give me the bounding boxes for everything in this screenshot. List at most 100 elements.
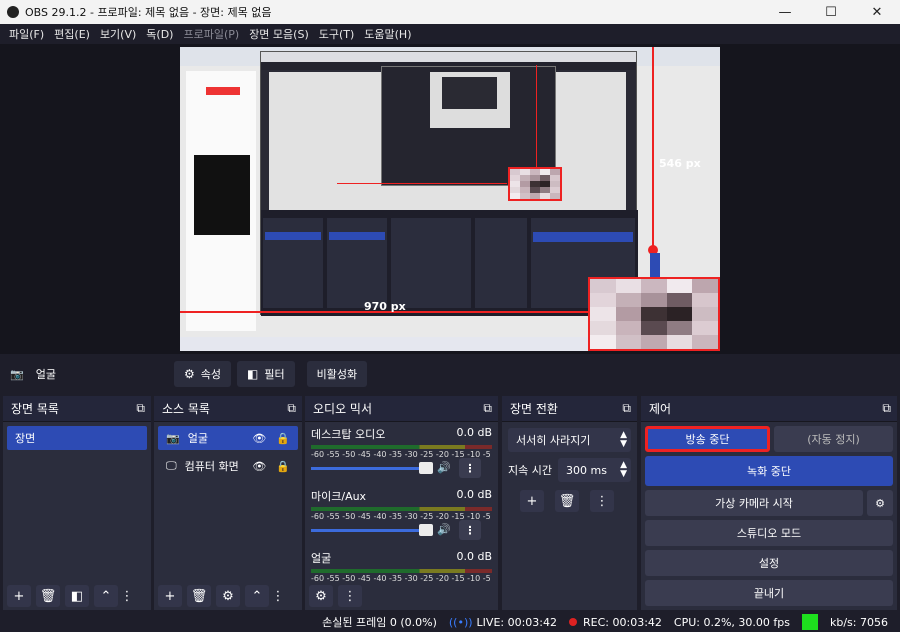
mosaic-cell <box>692 307 718 321</box>
source-toolbar: 📷 얼굴 ⚙ 속성 ◧ 필터 비활성화 <box>4 356 896 392</box>
volume-slider[interactable] <box>419 524 433 536</box>
duration-spinbox[interactable]: 300 ms ▲ ▼ <box>557 458 631 482</box>
mosaic-cell <box>641 307 667 321</box>
mosaic-cell <box>590 335 616 349</box>
mosaic-cell <box>666 321 693 335</box>
scene-item[interactable]: 장면 <box>7 426 147 450</box>
mosaic-cell <box>615 279 642 293</box>
broadcast-icon: ((•)) <box>448 615 473 629</box>
title-bar: OBS 29.1.2 - 프로파일: 제목 없음 - 장면: 제목 없음 — ☐… <box>0 0 900 24</box>
settings-button[interactable]: 설정 <box>645 550 893 576</box>
width-label: 970 px <box>364 300 406 313</box>
eye-icon[interactable]: 👁 <box>252 460 266 473</box>
preview-screen-capture: 546 px 970 px <box>180 47 720 351</box>
auto-stop-button[interactable]: (자동 정지) <box>774 426 893 452</box>
mosaic-cell <box>590 293 616 307</box>
sources-title: 소스 목록 <box>162 402 210 416</box>
menu-docks[interactable]: 독(D) <box>146 26 173 42</box>
menu-help[interactable]: 도움말(H) <box>364 26 411 42</box>
sources-dock: 소스 목록 ⧉ 📷 얼굴 👁 🔒 🖵 컴퓨터 화면 👁 🔒 + 🗑 ⚙ ⌃ ⋮ <box>154 396 302 610</box>
lock-icon[interactable]: 🔒 <box>276 460 290 473</box>
bitrate: kb/s: 7056 <box>830 615 888 629</box>
menu-scene-collection[interactable]: 장면 모음(S) <box>249 26 309 42</box>
maximize-button[interactable]: ☐ <box>808 0 854 24</box>
add-icon[interactable]: + <box>158 585 182 607</box>
volume-meter <box>311 569 492 573</box>
add-icon[interactable]: + <box>520 490 544 512</box>
more-icon[interactable]: ⋮ <box>272 585 285 607</box>
undock-icon[interactable]: ⧉ <box>287 401 296 416</box>
camera-icon: 📷 <box>166 431 180 445</box>
mosaic-cell <box>590 279 616 293</box>
camera-icon: 📷 <box>10 367 24 381</box>
deactivate-button[interactable]: 비활성화 <box>306 361 368 387</box>
add-icon[interactable]: + <box>7 585 31 607</box>
filters-button[interactable]: ◧ 필터 <box>237 361 295 387</box>
speaker-icon[interactable]: 🔊 <box>437 461 451 474</box>
gear-icon[interactable]: ⚙ <box>216 585 240 607</box>
filter-icon[interactable]: ◧ <box>65 585 89 607</box>
mosaic-cell <box>692 321 718 335</box>
undock-icon[interactable]: ⧉ <box>622 401 631 416</box>
source-item[interactable]: 📷 얼굴 👁 🔒 <box>158 426 298 450</box>
mosaic-cell <box>615 293 642 307</box>
mosaic-cell <box>666 335 693 349</box>
stop-recording-button[interactable]: 녹화 중단 <box>645 456 893 486</box>
eye-icon[interactable]: 👁 <box>252 432 266 445</box>
volume-meter <box>311 445 492 449</box>
more-icon[interactable]: ⋮ <box>459 520 481 540</box>
studio-mode-button[interactable]: 스튜디오 모드 <box>645 520 893 546</box>
spin-arrows-icon: ▲ ▼ <box>620 460 627 479</box>
gear-icon[interactable]: ⚙ <box>867 490 893 516</box>
menu-view[interactable]: 보기(V) <box>100 26 136 42</box>
minimize-button[interactable]: — <box>762 0 808 24</box>
more-icon[interactable]: ⋮ <box>121 585 134 607</box>
trash-icon[interactable]: 🗑 <box>36 585 60 607</box>
transitions-title: 장면 전환 <box>510 402 558 416</box>
rec-time: REC: 00:03:42 <box>583 615 662 629</box>
undock-icon[interactable]: ⧉ <box>483 401 492 416</box>
close-button[interactable]: ✕ <box>854 0 900 24</box>
more-icon[interactable]: ⋮ <box>338 585 362 607</box>
gear-icon: ⚙ <box>184 367 195 381</box>
exit-button[interactable]: 끝내기 <box>645 580 893 606</box>
mosaic-cell <box>641 321 667 335</box>
mosaic-cell <box>615 307 642 321</box>
chevron-up-icon[interactable]: ⌃ <box>94 585 118 607</box>
nested-guide-line <box>337 183 507 184</box>
transition-select[interactable]: 서서히 사라지기 ▲ ▼ <box>508 428 631 452</box>
start-virtual-camera-button[interactable]: 가상 카메라 시작 <box>645 490 863 516</box>
source-item[interactable]: 🖵 컴퓨터 화면 👁 🔒 <box>158 454 298 478</box>
menu-profile[interactable]: 프로파일(P) <box>183 26 239 42</box>
undock-icon[interactable]: ⧉ <box>136 401 145 416</box>
chevron-up-icon[interactable]: ⌃ <box>245 585 269 607</box>
preview-canvas[interactable]: 546 px 970 px <box>0 44 900 354</box>
menu-tools[interactable]: 도구(T) <box>319 26 355 42</box>
menu-file[interactable]: 파일(F) <box>9 26 44 42</box>
mosaic-cell <box>615 321 642 335</box>
volume-slider[interactable] <box>419 462 433 474</box>
mosaic-cell <box>590 321 616 335</box>
trash-icon[interactable]: 🗑 <box>555 490 579 512</box>
face-source-selected[interactable] <box>588 277 720 351</box>
gear-icon[interactable]: ⚙ <box>309 585 333 607</box>
more-icon[interactable]: ⋮ <box>459 458 481 478</box>
transitions-dock: 장면 전환 ⧉ 서서히 사라지기 ▲ ▼ 지속 시간 300 ms ▲ ▼ + 🗑 ⋮ <box>502 396 637 610</box>
menu-edit[interactable]: 편집(E) <box>54 26 90 42</box>
mosaic-cell <box>666 307 693 321</box>
mixer-channel: 마이크/Aux 0.0 dB -60 -55 -50 -45 -40 -35 -3… <box>305 484 498 546</box>
lock-icon[interactable]: 🔒 <box>276 432 290 445</box>
stop-stream-button[interactable]: 방송 중단 <box>645 426 770 452</box>
speaker-icon[interactable]: 🔊 <box>437 523 451 536</box>
trash-icon[interactable]: 🗑 <box>187 585 211 607</box>
undock-icon[interactable]: ⧉ <box>882 401 891 416</box>
nested-guide-line-vertical <box>536 65 537 167</box>
window-title: OBS 29.1.2 - 프로파일: 제목 없음 - 장면: 제목 없음 <box>25 6 272 19</box>
mosaic-cell <box>666 279 693 293</box>
controls-title: 제어 <box>649 402 672 416</box>
properties-button[interactable]: ⚙ 속성 <box>174 361 232 387</box>
height-label: 546 px <box>659 157 701 170</box>
mosaic-cell <box>641 293 667 307</box>
monitor-icon: 🖵 <box>166 459 177 472</box>
more-icon[interactable]: ⋮ <box>590 490 614 512</box>
